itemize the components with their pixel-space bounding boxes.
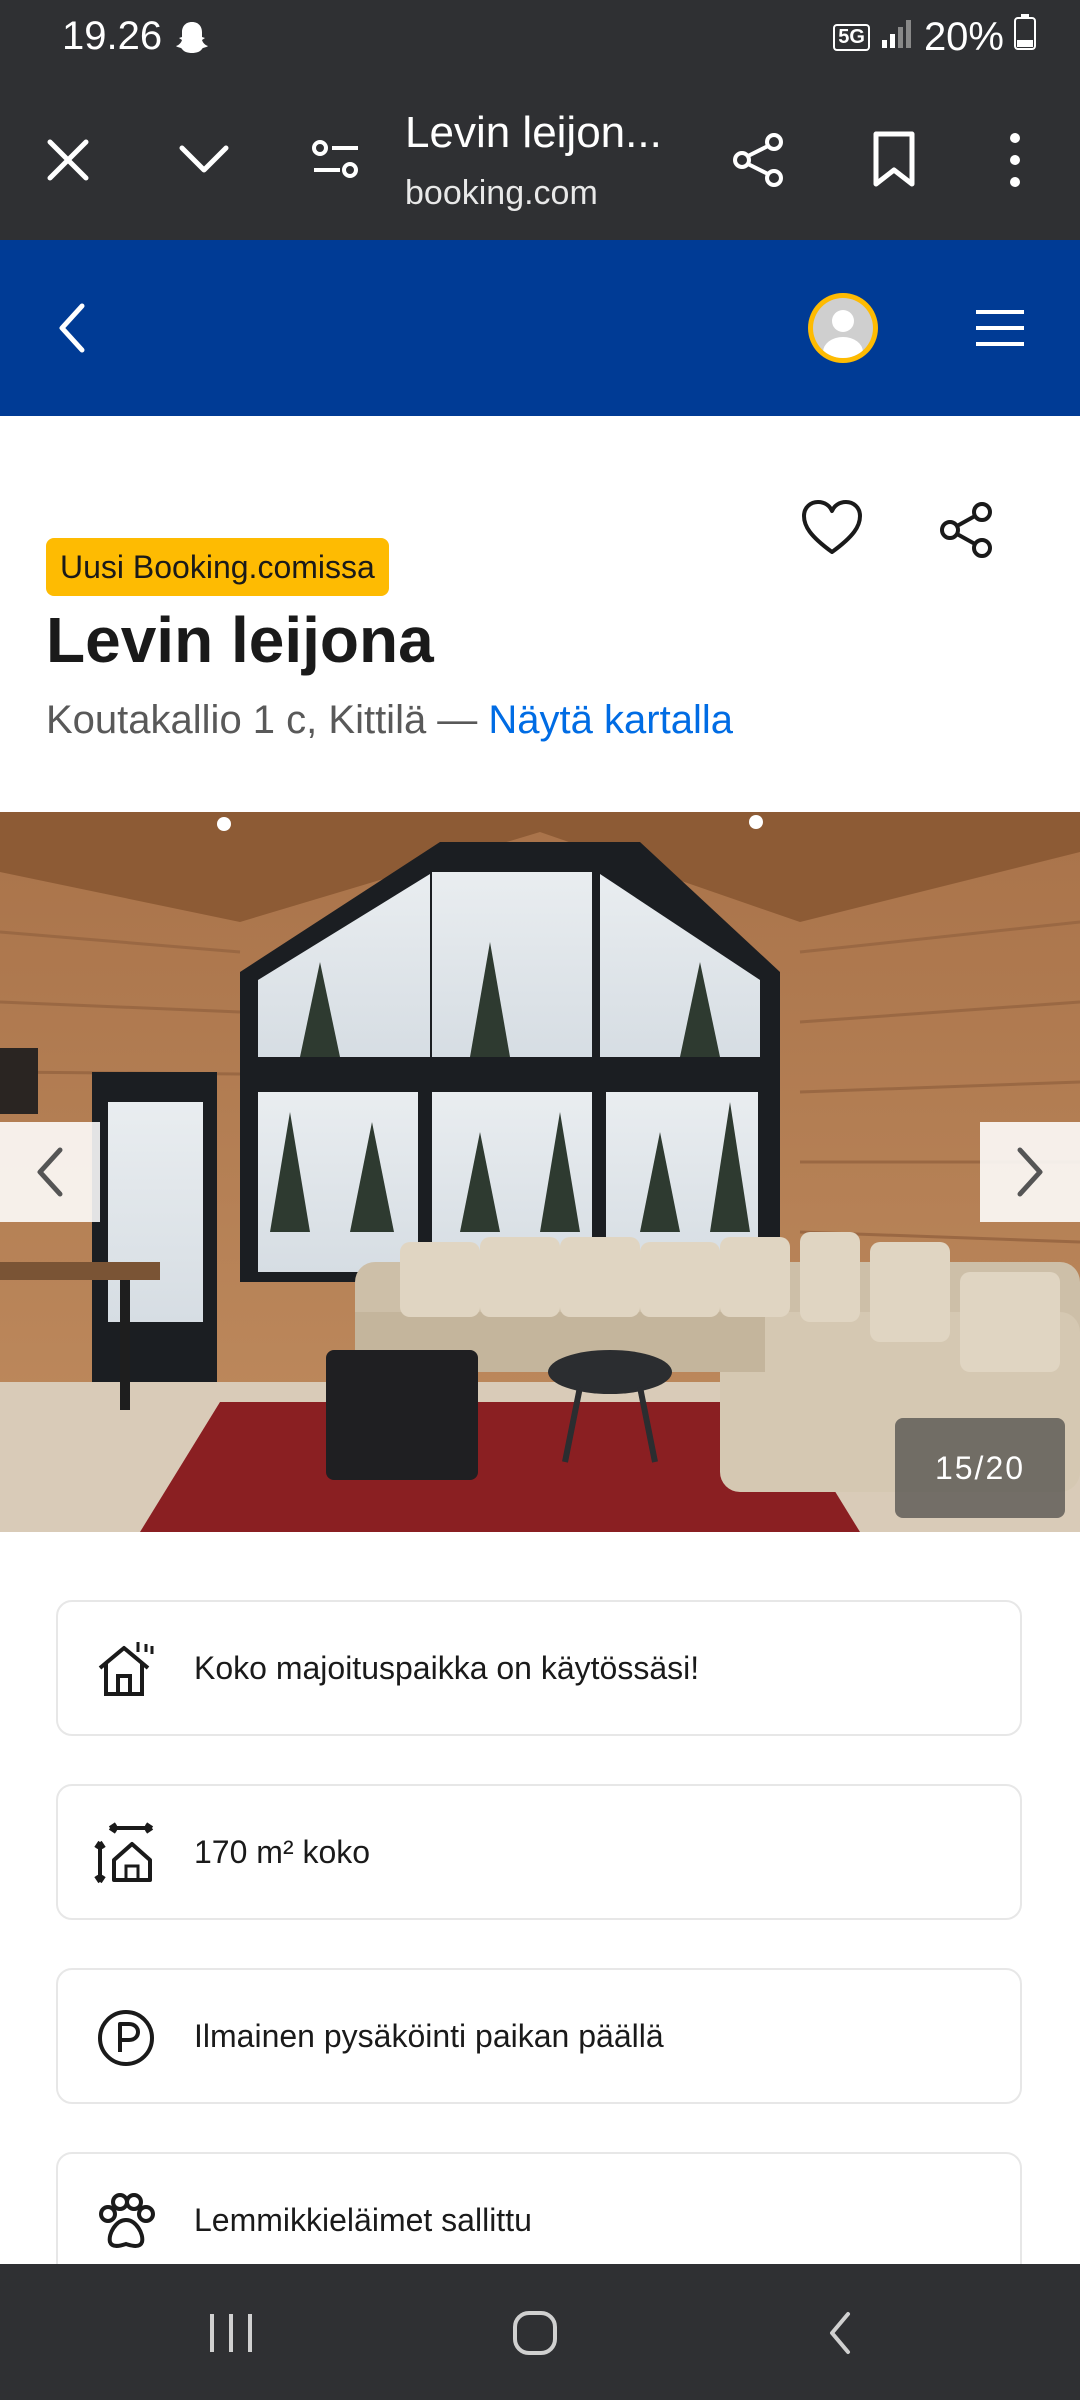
back-icon[interactable]	[52, 300, 92, 356]
bookmark-icon[interactable]	[870, 130, 918, 190]
favorite-heart-icon[interactable]	[800, 498, 864, 558]
chevron-left-icon	[37, 1147, 63, 1197]
booking-header	[0, 240, 1080, 416]
photo-counter: 15/20	[895, 1418, 1065, 1518]
feature-card-entire-place: Koko majoituspaikka on käytössäsi!	[56, 1600, 1022, 1736]
share-property-icon[interactable]	[936, 500, 996, 560]
share-icon[interactable]	[728, 130, 788, 190]
battery-percent: 20%	[923, 14, 1004, 59]
house-icon	[94, 1638, 158, 1702]
feature-label: Koko majoituspaikka on käytössäsi!	[194, 1650, 700, 1686]
avatar[interactable]	[808, 293, 878, 363]
feature-label: 170 m² koko	[194, 1834, 371, 1870]
gallery-next-button[interactable]	[980, 1122, 1080, 1222]
size-icon	[94, 1822, 158, 1886]
page-title[interactable]: Levin leijon...	[405, 108, 662, 158]
chevron-right-icon	[1017, 1147, 1043, 1197]
close-icon[interactable]	[40, 132, 96, 188]
status-bar: 19.26 5G 20%	[0, 0, 1080, 80]
system-back-icon[interactable]	[820, 2308, 860, 2358]
signal-icon	[880, 15, 914, 60]
new-badge: Uusi Booking.comissa	[46, 538, 389, 596]
status-time: 19.26	[62, 14, 163, 58]
page-url[interactable]: booking.com	[405, 174, 598, 213]
paw-icon	[94, 2190, 158, 2254]
feature-card-size: 170 m² koko	[56, 1784, 1022, 1920]
parking-icon	[94, 2006, 158, 2070]
menu-icon[interactable]	[974, 306, 1026, 350]
battery-icon	[1014, 14, 1036, 60]
avatar-image	[813, 298, 873, 358]
status-right: 5G 20%	[833, 14, 1036, 60]
feature-card-parking: Ilmainen pysäköinti paikan päällä	[56, 1968, 1022, 2104]
property-address-line: Koutakallio 1 c, Kittilä — Näytä kartall…	[46, 698, 733, 743]
network-badge: 5G	[833, 23, 870, 51]
snapchat-icon	[172, 18, 212, 63]
chevron-down-icon[interactable]	[174, 132, 234, 188]
feature-label: Ilmainen pysäköinti paikan päällä	[194, 2018, 664, 2054]
recent-apps-icon[interactable]	[206, 2310, 256, 2356]
system-navigation-bar	[0, 2264, 1080, 2400]
property-address: Koutakallio 1 c, Kittilä —	[46, 698, 489, 742]
home-icon[interactable]	[510, 2308, 560, 2358]
property-name: Levin leijona	[46, 604, 434, 676]
gallery-prev-button[interactable]	[0, 1122, 100, 1222]
browser-toolbar: Levin leijon... booking.com	[0, 80, 1080, 240]
show-on-map-link[interactable]: Näytä kartalla	[488, 698, 733, 742]
site-settings-icon[interactable]	[310, 136, 362, 184]
more-options-icon[interactable]	[1000, 130, 1030, 190]
